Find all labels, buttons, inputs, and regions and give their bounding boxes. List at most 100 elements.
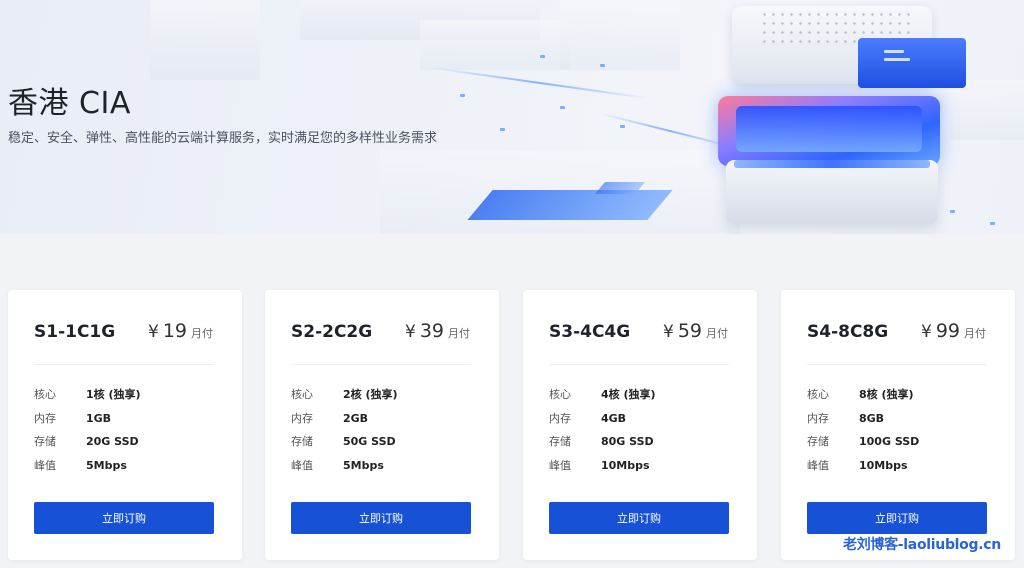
hero-deco-slab (150, 0, 260, 80)
server-core-glow (736, 106, 922, 152)
spec-row-memory: 内存 4GB (549, 410, 739, 426)
spec-label: 核心 (34, 388, 56, 401)
spec-value: 10Mbps (859, 459, 908, 472)
spec-row-storage: 存储 50G SSD (291, 433, 481, 449)
plan-price: ¥99 月付 (921, 320, 986, 342)
card-divider (291, 364, 471, 365)
card-divider (549, 364, 729, 365)
spec-label: 核心 (807, 388, 829, 401)
hero-deco-dot (500, 128, 505, 131)
plan-price: ¥19 月付 (148, 320, 213, 342)
spec-value: 5Mbps (343, 459, 384, 472)
price-amount: 19 (162, 320, 188, 342)
plan-card: S4-8C8G ¥99 月付 核心 8核 (独享) 内存 8GB 存储 100G SSD… (781, 290, 1015, 560)
plan-name: S4-8C8G (807, 322, 889, 342)
spec-row-cores: 核心 1核 (独享) (34, 386, 224, 402)
spec-row-storage: 存储 80G SSD (549, 433, 739, 449)
spec-row-bandwidth: 峰值 5Mbps (34, 457, 224, 473)
spec-value: 4GB (601, 412, 627, 425)
spec-row-storage: 存储 100G SSD (807, 433, 997, 449)
server-base-unit (726, 160, 938, 224)
page-title: 香港 CIA (8, 86, 131, 121)
spec-row-storage: 存储 20G SSD (34, 433, 224, 449)
price-amount: 59 (677, 320, 703, 342)
spec-value: 8GB (859, 412, 885, 425)
spec-row-memory: 内存 2GB (291, 410, 481, 426)
order-button[interactable]: 立即订购 (291, 502, 471, 534)
server-base-glow (734, 160, 930, 168)
hero-deco-dot (560, 106, 565, 109)
card-divider (34, 364, 214, 365)
hero-deco-bluebar (467, 190, 673, 220)
spec-value: 2GB (343, 412, 369, 425)
card-divider (807, 364, 987, 365)
spec-row-bandwidth: 峰值 5Mbps (291, 457, 481, 473)
spec-label: 存储 (291, 435, 313, 448)
spec-value: 20G SSD (86, 435, 139, 448)
spec-row-cores: 核心 2核 (独享) (291, 386, 481, 402)
spec-label: 峰值 (291, 459, 313, 472)
spec-label: 核心 (291, 388, 313, 401)
spec-label: 峰值 (807, 459, 829, 472)
spec-label: 峰值 (549, 459, 571, 472)
spec-label: 内存 (549, 412, 571, 425)
plan-price: ¥59 月付 (663, 320, 728, 342)
spec-row-cores: 核心 8核 (独享) (807, 386, 997, 402)
hero-deco-slab (560, 0, 680, 70)
spec-row-memory: 内存 8GB (807, 410, 997, 426)
order-button[interactable]: 立即订购 (34, 502, 214, 534)
spec-row-memory: 内存 1GB (34, 410, 224, 426)
spec-label: 核心 (549, 388, 571, 401)
hero-deco-dot (620, 125, 625, 128)
spec-value: 100G SSD (859, 435, 920, 448)
price-currency: ¥ (921, 322, 932, 342)
spec-value: 1核 (独享) (86, 388, 141, 401)
spec-label: 内存 (291, 412, 313, 425)
server-front-panel (858, 38, 966, 88)
spec-value: 50G SSD (343, 435, 396, 448)
plan-card: S3-4C4G ¥59 月付 核心 4核 (独享) 内存 4GB 存储 80G SSD … (523, 290, 757, 560)
spec-label: 峰值 (34, 459, 56, 472)
plan-card: S1-1C1G ¥19 月付 核心 1核 (独享) 内存 1GB 存储 20G SSD … (8, 290, 242, 560)
order-button[interactable]: 立即订购 (807, 502, 987, 534)
watermark: 老刘博客-laoliublog.cn (843, 537, 1001, 553)
hero-deco-dot (990, 222, 995, 225)
server-core-module (718, 96, 940, 166)
plan-name: S3-4C4G (549, 322, 631, 342)
spec-label: 内存 (34, 412, 56, 425)
spec-value: 8核 (独享) (859, 388, 914, 401)
price-currency: ¥ (663, 322, 674, 342)
page-subtitle: 稳定、安全、弹性、高性能的云端计算服务，实时满足您的多样性业务需求 (8, 131, 438, 146)
spec-value: 10Mbps (601, 459, 650, 472)
price-amount: 99 (935, 320, 961, 342)
order-button[interactable]: 立即订购 (549, 502, 729, 534)
spec-value: 5Mbps (86, 459, 127, 472)
spec-label: 存储 (549, 435, 571, 448)
spec-label: 存储 (807, 435, 829, 448)
price-unit: 月付 (448, 327, 471, 340)
hero-banner: 香港 CIA 稳定、安全、弹性、高性能的云端计算服务，实时满足您的多样性业务需求 (0, 0, 1024, 234)
hero-deco-dot (600, 64, 605, 67)
plan-card: S2-2C2G ¥39 月付 核心 2核 (独享) 内存 2GB 存储 50G SSD … (265, 290, 499, 560)
spec-row-cores: 核心 4核 (独享) (549, 386, 739, 402)
spec-value: 80G SSD (601, 435, 654, 448)
price-currency: ¥ (405, 322, 416, 342)
spec-value: 2核 (独享) (343, 388, 398, 401)
plan-name: S2-2C2G (291, 322, 373, 342)
spec-value: 1GB (86, 412, 112, 425)
spec-row-bandwidth: 峰值 10Mbps (807, 457, 997, 473)
spec-value: 4核 (独享) (601, 388, 656, 401)
spec-label: 存储 (34, 435, 56, 448)
hero-deco-dot (540, 55, 545, 58)
server-top-unit (732, 6, 966, 88)
price-currency: ¥ (148, 322, 159, 342)
spec-label: 内存 (807, 412, 829, 425)
plan-price: ¥39 月付 (405, 320, 470, 342)
hero-deco-dot (460, 94, 465, 97)
price-unit: 月付 (191, 327, 214, 340)
hero-deco-slab (420, 20, 570, 70)
price-unit: 月付 (706, 327, 729, 340)
plan-list: S1-1C1G ¥19 月付 核心 1核 (独享) 内存 1GB 存储 20G SSD … (8, 290, 1024, 568)
hero-deco-slab (950, 80, 1024, 140)
plan-name: S1-1C1G (34, 322, 116, 342)
